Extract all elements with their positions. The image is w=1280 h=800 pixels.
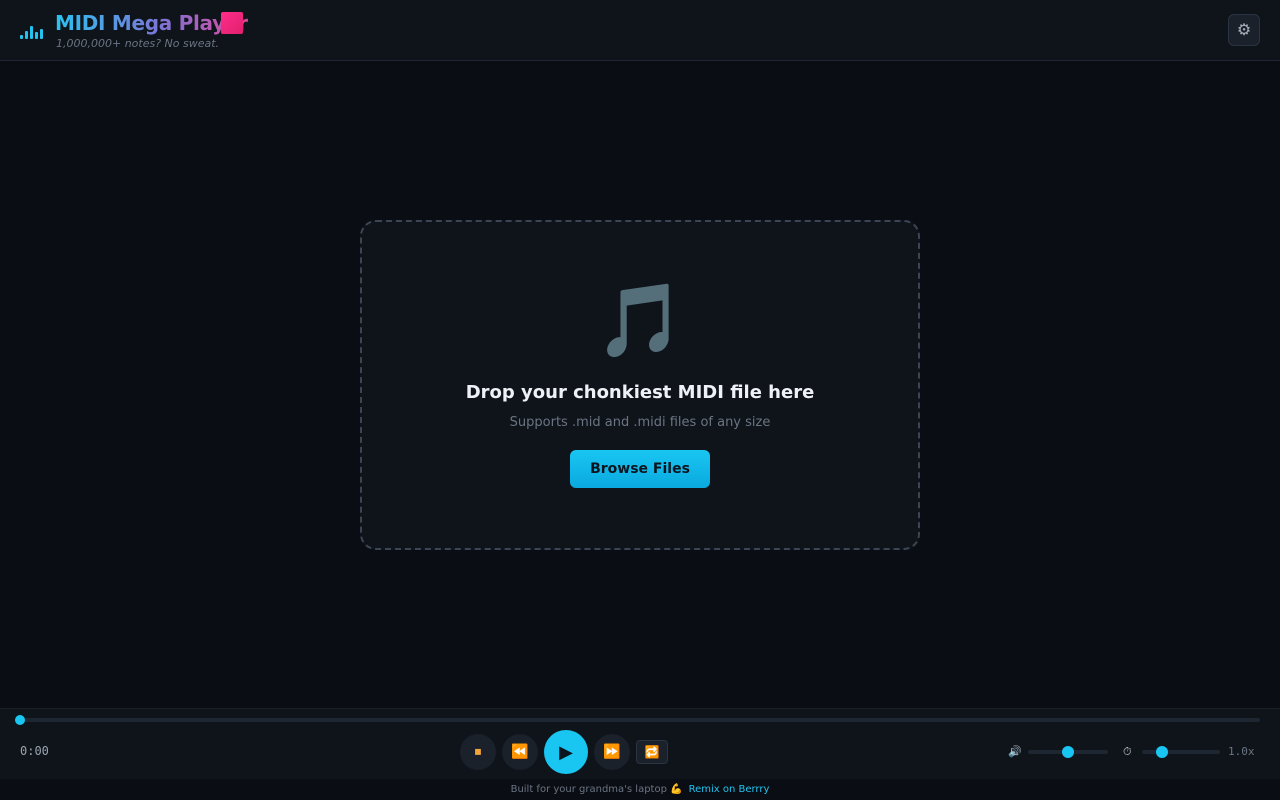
music-note-icon: 🎵: [595, 278, 685, 362]
settings-button[interactable]: ⚙: [1228, 14, 1260, 46]
file-dropzone[interactable]: 🎵 Drop your chonkiest MIDI file here Sup…: [360, 220, 920, 550]
stop-button[interactable]: ⏹: [460, 734, 496, 770]
rewind-icon: ⏪: [511, 744, 529, 760]
dropzone-subtitle: Supports .mid and .midi files of any siz…: [509, 415, 771, 430]
current-time: 0:00: [20, 744, 49, 758]
browse-files-button[interactable]: Browse Files: [570, 450, 710, 488]
remix-link[interactable]: Remix on Berrry: [689, 784, 770, 795]
volume-thumb[interactable]: [1062, 746, 1074, 758]
volume-icon: 🔊: [1008, 745, 1022, 758]
speed-slider[interactable]: [1142, 746, 1220, 758]
equalizer-bars-icon: [20, 25, 44, 39]
gear-icon: ⚙: [1236, 22, 1252, 39]
player-bar: 0:00 ⏹ ⏪ ▶ ⏩ 🔁 🔊 ⏱ 1.0x: [0, 708, 1280, 779]
volume-slider[interactable]: [1028, 746, 1108, 758]
loop-icon: 🔁: [644, 745, 660, 759]
loop-button[interactable]: 🔁: [636, 740, 668, 764]
speed-icon: ⏱: [1123, 745, 1132, 758]
dropzone-title: Drop your chonkiest MIDI file here: [465, 382, 815, 403]
fast-forward-icon: ⏩: [603, 744, 621, 760]
stop-icon: ⏹: [474, 744, 482, 760]
fast-forward-button[interactable]: ⏩: [594, 734, 630, 770]
app-subtitle: 1,000,000+ notes? No sweat.: [56, 37, 220, 50]
speed-thumb[interactable]: [1155, 746, 1168, 758]
app-header: MIDI Mega Player 1,000,000+ notes? No sw…: [0, 0, 1280, 61]
speed-label: 1.0x: [1228, 745, 1255, 758]
progress-slider[interactable]: [15, 715, 1260, 725]
title-badge-icon: [221, 12, 243, 34]
app-title: MIDI Mega Player: [55, 11, 248, 35]
play-button[interactable]: ▶: [544, 730, 588, 774]
progress-thumb[interactable]: [15, 715, 25, 725]
footer-text: Built for your grandma's laptop 💪: [510, 784, 683, 795]
footer: Built for your grandma's laptop 💪 Remix o…: [0, 779, 1280, 800]
play-icon: ▶: [559, 741, 573, 763]
rewind-button[interactable]: ⏪: [502, 734, 538, 770]
